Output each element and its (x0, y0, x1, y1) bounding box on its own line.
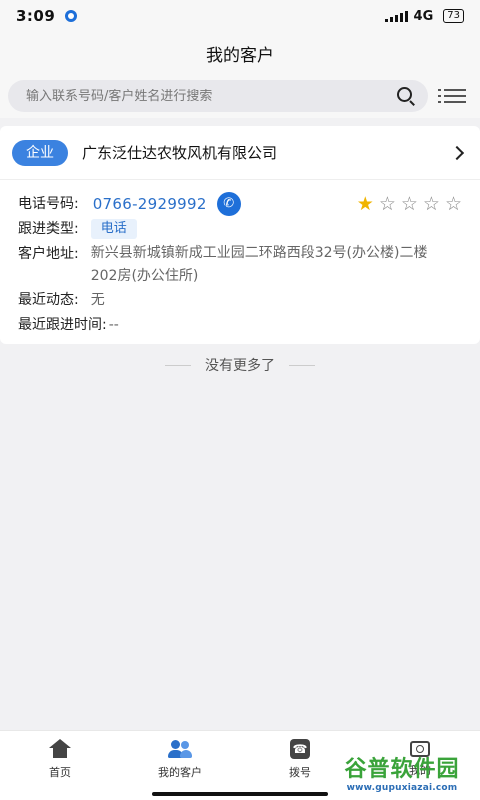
tab-label: 我的客户 (158, 766, 202, 779)
customer-card-header[interactable]: 企业 广东泛仕达农牧风机有限公司 (0, 126, 480, 180)
tab-label: 首页 (49, 766, 71, 779)
page-title: 我的客户 (206, 45, 274, 66)
network-type: 4G (413, 8, 434, 24)
divider (165, 364, 191, 366)
star-outline-icon[interactable]: ☆ (445, 192, 462, 216)
followup-type-label: 跟进类型: (18, 221, 79, 237)
customer-name: 广东泛仕达农牧风机有限公司 (82, 144, 278, 162)
star-icon[interactable]: ★ (357, 192, 374, 216)
dial-icon: ☎ (290, 739, 310, 759)
list-menu-icon[interactable] (438, 87, 466, 105)
star-outline-icon[interactable]: ☆ (423, 192, 440, 216)
tab-label: 拨号 (289, 766, 311, 779)
star-outline-icon[interactable]: ☆ (379, 192, 396, 216)
battery-level: 73 (447, 10, 460, 21)
site-watermark: 谷普软件园 www.gupuxiazai.com (328, 752, 476, 798)
customers-icon (168, 739, 192, 759)
list-end-indicator: 没有更多了 (0, 354, 480, 376)
watermark-url: www.gupuxiazai.com (346, 783, 458, 793)
tab-home[interactable]: 首页 (0, 731, 120, 800)
last-followup-value: -- (108, 317, 119, 333)
search-box[interactable] (8, 80, 428, 112)
last-followup-label: 最近跟进时间: (18, 317, 107, 333)
signal-icon (384, 10, 408, 22)
app-notification-icon (65, 10, 78, 22)
search-icon[interactable] (396, 86, 416, 106)
call-icon[interactable]: ✆ (216, 192, 241, 216)
page-header: 我的客户 (0, 32, 480, 74)
phone-label: 电话号码: (18, 196, 79, 212)
search-bar (0, 74, 480, 118)
watermark-title: 谷普软件园 (344, 757, 460, 782)
status-bar: 3:09 4G 73 (0, 0, 480, 32)
customer-card[interactable]: 企业 广东泛仕达农牧风机有限公司 电话号码: 0766-2929992 ✆ ★ … (0, 126, 480, 344)
rating-stars[interactable]: ★ ☆ ☆ ☆ ☆ (357, 192, 462, 216)
tab-my-customers[interactable]: 我的客户 (120, 731, 240, 800)
followup-type-tag: 电话 (90, 219, 137, 239)
home-indicator[interactable] (152, 792, 328, 796)
phone-number[interactable]: 0766-2929992 (93, 192, 207, 216)
recent-activity-label: 最近动态: (18, 292, 79, 308)
chevron-right-icon[interactable] (449, 145, 465, 160)
home-icon (49, 739, 71, 759)
list-end-text: 没有更多了 (205, 358, 275, 374)
status-time: 3:09 (16, 7, 56, 25)
search-input[interactable] (26, 88, 396, 104)
customer-type-badge: 企业 (12, 139, 68, 166)
battery-icon: 73 (443, 9, 464, 23)
recent-activity-value: 无 (90, 292, 105, 308)
star-outline-icon[interactable]: ☆ (401, 192, 418, 216)
address-label: 客户地址: (18, 246, 79, 262)
customer-address: 新兴县新城镇新成工业园二环路西段32号(办公楼)二楼202房(办公住所) (90, 245, 428, 284)
divider (289, 364, 315, 366)
